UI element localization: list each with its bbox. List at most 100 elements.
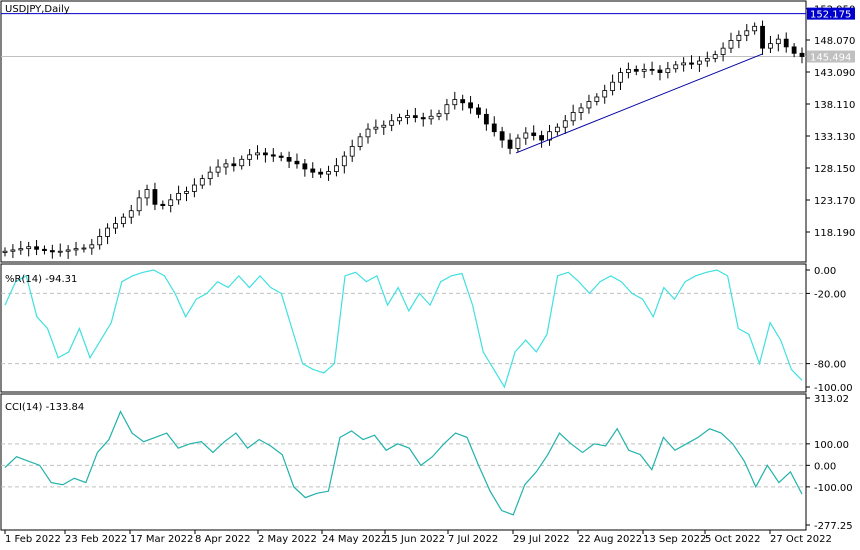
date-tick-label: 7 Jul 2022: [448, 534, 498, 545]
candle-body: [255, 152, 260, 156]
candle-body: [10, 249, 16, 252]
price-tick-label: 133.130: [814, 132, 855, 143]
cci-title: CCI(14) -133.84: [5, 402, 84, 413]
candle-body: [97, 236, 103, 246]
trading-chart[interactable]: 152.950148.070143.090138.110133.130128.1…: [0, 0, 860, 550]
candle-body: [752, 25, 758, 32]
price-tick-label: 138.110: [814, 100, 855, 111]
candle-body: [81, 247, 87, 250]
candle-body: [515, 137, 521, 149]
date-tick-label: 22 Aug 2022: [578, 534, 642, 545]
candle-body: [247, 154, 253, 160]
candle-body: [286, 157, 292, 162]
price-tick-label: 143.090: [814, 68, 855, 79]
date-tick-label: 2 May 2022: [258, 534, 317, 545]
candle-body: [144, 189, 150, 199]
candle-body: [728, 40, 734, 49]
candle-body: [507, 139, 513, 149]
candle-body: [483, 113, 489, 125]
candle-body: [389, 120, 395, 126]
candle-body: [618, 72, 623, 83]
candle-body: [420, 117, 426, 120]
date-tick-label: 29 Jul 2022: [513, 534, 570, 545]
wpr-tick-label: 0.00: [814, 266, 836, 277]
candle-body: [681, 62, 687, 66]
candle-body: [641, 68, 647, 72]
date-tick-label: 13 Sep 2022: [643, 534, 706, 545]
candle-body: [783, 38, 789, 48]
chart-title: USDJPY,Daily: [5, 4, 70, 15]
candle-body: [523, 132, 529, 139]
candle-body: [397, 117, 402, 122]
candle-body: [657, 69, 663, 73]
candle-body: [665, 68, 671, 73]
candle-body: [113, 223, 118, 229]
candle-body: [744, 30, 750, 36]
date-tick-label: 5 Oct 2022: [705, 534, 760, 545]
candle-body: [270, 154, 276, 157]
wpr-tick-label: -20.00: [814, 289, 846, 300]
candle-body: [318, 171, 324, 175]
candle-body: [128, 210, 134, 218]
candle-body: [2, 250, 8, 253]
candle-body: [468, 102, 473, 109]
candle-body: [720, 47, 726, 55]
wpr-tick-label: -80.00: [814, 360, 846, 371]
date-tick-label: 8 Apr 2022: [195, 534, 250, 545]
candle-body: [452, 99, 458, 106]
candle-body: [539, 135, 544, 141]
wpr-tick-label: -100.00: [814, 383, 853, 394]
candle-body: [231, 163, 237, 167]
candle-body: [562, 120, 568, 128]
candle-body: [34, 246, 39, 250]
cci-tick-label: -100.00: [814, 483, 853, 494]
date-tick-label: 17 Mar 2022: [130, 534, 193, 545]
candle-body: [239, 158, 245, 167]
candle-body: [444, 104, 450, 115]
date-tick-label: 23 Feb 2022: [65, 534, 127, 545]
candle-body: [704, 58, 710, 62]
candle-body: [712, 54, 718, 59]
candle-body: [460, 99, 466, 104]
candle-body: [199, 178, 205, 186]
candle-body: [768, 43, 773, 49]
candle-body: [736, 34, 742, 41]
candle-body: [610, 81, 616, 91]
candle-body: [334, 165, 339, 172]
candle-body: [373, 126, 379, 130]
price-tick-label: 128.150: [814, 164, 855, 175]
candle-body: [278, 155, 284, 158]
date-tick-label: 1 Feb 2022: [5, 534, 61, 545]
candle-body: [349, 146, 355, 157]
candle-body: [412, 115, 418, 118]
candle-body: [49, 250, 55, 253]
candle-body: [531, 132, 537, 136]
cci-tick-label: 0.00: [814, 461, 836, 472]
candle-body: [57, 250, 63, 253]
candle-body: [625, 68, 631, 73]
price-marker-label: 152.175: [810, 10, 851, 21]
candle-body: [554, 126, 560, 133]
candle-body: [184, 191, 189, 194]
candle-body: [405, 115, 410, 118]
candle-body: [191, 184, 197, 192]
price-tick-label: 123.170: [814, 196, 855, 207]
candle-body: [799, 52, 805, 57]
candle-body: [365, 128, 371, 138]
candle-body: [594, 96, 600, 102]
candle-body: [326, 171, 331, 175]
candle-body: [428, 115, 434, 120]
candle-body: [73, 248, 79, 251]
candle-body: [168, 199, 174, 206]
price-tick-label: 118.190: [814, 228, 855, 239]
candle-body: [357, 136, 363, 147]
candle-body: [649, 68, 655, 71]
candle-body: [310, 168, 316, 173]
candle-body: [160, 203, 166, 206]
candle-body: [120, 216, 126, 224]
candle-body: [302, 163, 308, 170]
candle-body: [65, 249, 71, 252]
candle-body: [436, 113, 442, 117]
candle-body: [223, 163, 229, 168]
candle-body: [689, 62, 694, 65]
